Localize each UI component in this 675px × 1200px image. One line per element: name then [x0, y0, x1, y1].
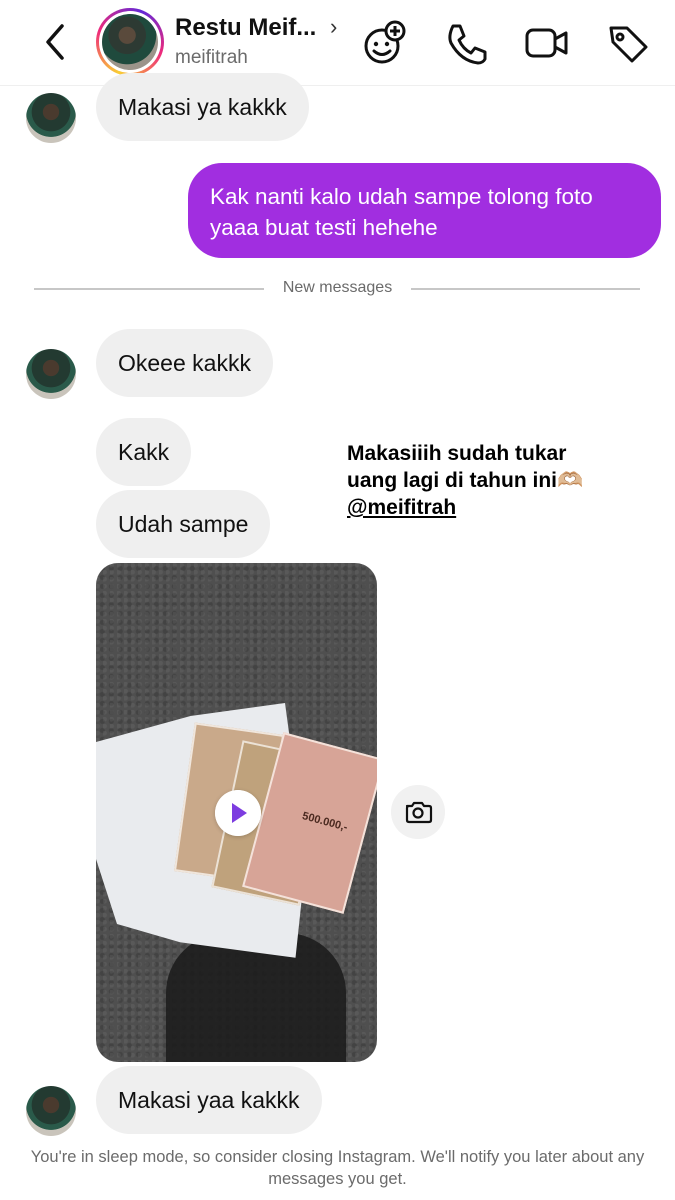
chat-header: Restu Meif... › meifitrah — [0, 0, 675, 86]
sender-avatar[interactable] — [26, 1086, 76, 1136]
message-bubble-incoming[interactable]: Makasi yaa kakkk — [96, 1066, 322, 1134]
banknote-label: 500.000,- — [300, 810, 349, 834]
contact-avatar[interactable] — [96, 8, 164, 76]
phone-icon[interactable] — [443, 20, 489, 66]
new-messages-divider: New messages — [0, 279, 675, 297]
message-bubble-incoming[interactable]: Kakk — [96, 418, 192, 486]
message-bubble-incoming[interactable]: Udah sampe — [96, 490, 271, 558]
video-camera-icon[interactable] — [524, 20, 570, 66]
play-icon[interactable] — [215, 790, 261, 836]
story-mention[interactable]: @meifitrah — [347, 494, 456, 521]
message-bubble-incoming[interactable]: Makasi ya kakkk — [96, 73, 309, 141]
sleep-mode-notice: You're in sleep mode, so consider closin… — [30, 1148, 645, 1188]
story-caption-line1: Makasiiih sudah tukar — [347, 442, 567, 465]
sender-avatar[interactable] — [26, 93, 76, 143]
back-chevron-icon[interactable] — [36, 20, 76, 64]
story-caption: Makasiiih sudah tukar uang lagi di tahun… — [347, 440, 583, 521]
tag-icon[interactable] — [605, 20, 651, 66]
sender-avatar[interactable] — [26, 349, 76, 399]
message-bubble-incoming[interactable]: Okeee kakkk — [96, 329, 273, 397]
story-caption-line2: uang lagi di tahun ini🫶🏼 — [347, 469, 584, 492]
add-effects-icon[interactable] — [362, 20, 408, 66]
camera-icon[interactable] — [391, 785, 445, 839]
chevron-right-icon[interactable]: › — [330, 14, 337, 40]
message-bubble-outgoing[interactable]: Kak nanti kalo udah sampe tolong foto ya… — [188, 163, 661, 258]
contact-name[interactable]: Restu Meif... — [175, 14, 316, 42]
contact-username[interactable]: meifitrah — [175, 47, 248, 69]
